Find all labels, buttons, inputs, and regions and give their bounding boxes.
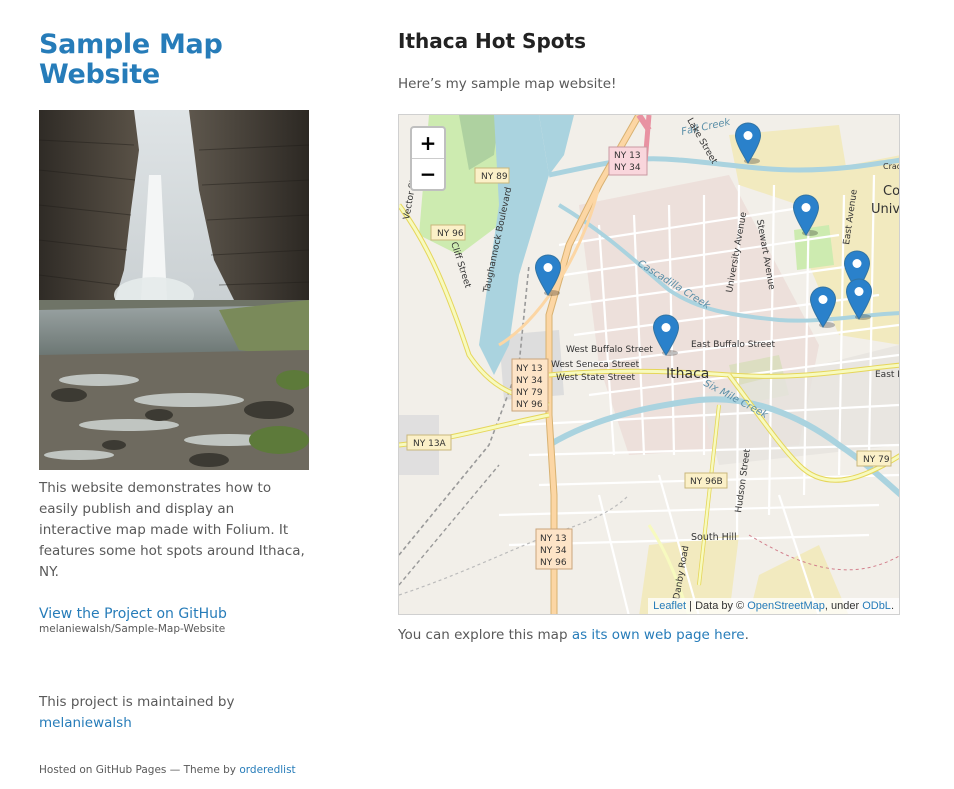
label-ny13-mid: NY 13 [516,364,543,374]
maintainer-link[interactable]: melaniewalsh [39,715,132,731]
label-ny34-mid: NY 34 [516,376,543,386]
github-project-link[interactable]: View the Project on GitHub [39,605,309,623]
github-repo-name: melaniewalsh/Sample-Map-Website [39,623,226,635]
attribution-data-by: | Data by © [686,600,748,612]
hosted-label: Hosted on GitHub Pages — Theme by [39,764,237,776]
label-univ: Univ [871,202,900,217]
maintained-by-label: This project is maintained by [39,694,235,710]
explore-map-link[interactable]: as its own web page here [572,627,745,643]
label-w-buffalo: West Buffalo Street [566,345,653,355]
label-ny13a: NY 13A [413,439,447,449]
main-content: Ithaca Hot Spots Here’s my sample map we… [398,28,908,643]
label-crad: Crad [883,162,900,171]
folium-map[interactable]: NY 96 NY 89 NY 13A NY 96B NY 79 NY 13 NY… [398,114,900,615]
zoom-out-button[interactable]: − [412,159,444,189]
zoom-in-button[interactable]: + [412,128,444,159]
label-ny79: NY 79 [863,455,890,465]
label-e-buffalo: East Buffalo Street [691,340,776,350]
label-ny79-mid: NY 79 [516,388,543,398]
label-ny96: NY 96 [437,229,464,239]
label-cor: Cor [883,184,900,199]
theme-author-link[interactable]: orderedlist [239,764,295,776]
waterfall-photo [39,110,309,470]
label-ny13-top: NY 13 [614,151,641,161]
label-ny89: NY 89 [481,172,508,182]
map-attribution: Leaflet | Data by © OpenStreetMap, under… [648,598,899,614]
label-ny96-bot: NY 96 [540,558,567,568]
label-ny34-bot: NY 34 [540,546,567,556]
attribution-under: , under [824,600,863,612]
odbl-link[interactable]: ODbL [862,600,891,612]
explore-suffix: . [744,627,749,643]
label-ithaca: Ithaca [666,366,709,382]
intro-text: Here’s my sample map website! [398,76,617,92]
label-w-state: West State Street [556,373,635,383]
sidebar: Sample Map Website This website demonstr… [39,30,309,777]
osm-link[interactable]: OpenStreetMap [747,600,825,612]
explore-prefix: You can explore this map [398,627,568,643]
label-ny96b: NY 96B [690,477,723,487]
label-ny34-top: NY 34 [614,163,641,173]
site-title-link[interactable]: Sample Map Website [39,29,223,90]
maintainer-info: This project is maintained by melaniewal… [39,692,309,734]
leaflet-link[interactable]: Leaflet [653,600,686,612]
zoom-control: + − [410,126,446,191]
label-w-seneca: West Seneca Street [551,360,640,370]
label-ny13-bot: NY 13 [540,534,567,544]
page-title: Ithaca Hot Spots [398,29,586,53]
site-description: This website demonstrates how to easily … [39,480,305,580]
attribution-end: . [890,600,894,612]
label-south-hill: South Hill [691,532,737,543]
site-title[interactable]: Sample Map Website [39,30,309,90]
waterfall-image [39,110,309,470]
map-tiles[interactable]: NY 96 NY 89 NY 13A NY 96B NY 79 NY 13 NY… [399,115,900,615]
hosted-footer: Hosted on GitHub Pages — Theme by ordere… [39,763,309,777]
label-east-l: East I [875,370,900,380]
explore-text: You can explore this map as its own web … [398,625,749,645]
label-ny96-mid: NY 96 [516,400,543,410]
